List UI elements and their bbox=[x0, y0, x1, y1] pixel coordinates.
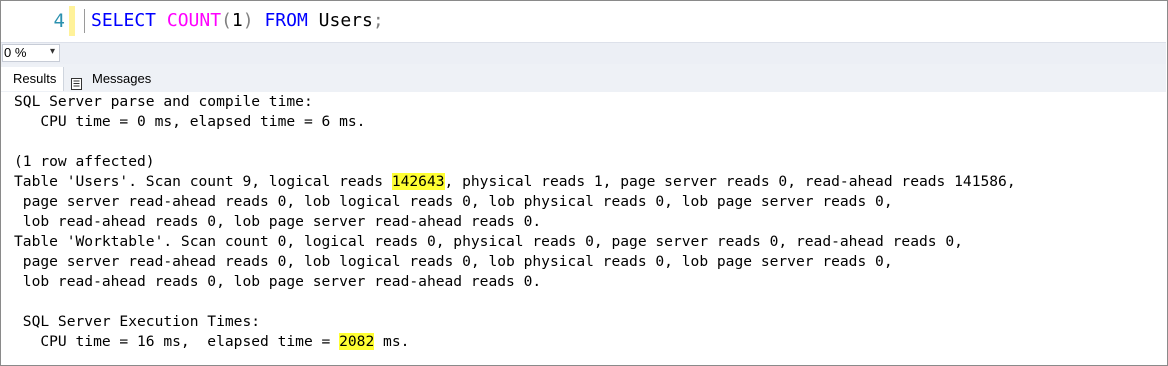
message-line: CPU time = 16 ms, elapsed time = 2082 ms… bbox=[14, 332, 409, 352]
messages-pane[interactable]: SQL Server parse and compile time: CPU t… bbox=[1, 92, 1166, 364]
tab-results-label: Results bbox=[13, 71, 57, 86]
message-line: lob read-ahead reads 0, lob page server … bbox=[14, 213, 542, 230]
result-tabs: Results Messages bbox=[1, 64, 1166, 92]
message-line: CPU time = 0 ms, elapsed time = 6 ms. bbox=[14, 113, 366, 130]
change-tracking-bar bbox=[69, 6, 75, 36]
message-text: CPU time = 16 ms, elapsed time = bbox=[14, 333, 340, 350]
open-paren: ( bbox=[221, 10, 232, 31]
highlighted-logical-reads: 142643 bbox=[391, 173, 445, 190]
chevron-down-icon[interactable]: ▾ bbox=[50, 44, 55, 60]
message-text: ms. bbox=[374, 333, 410, 350]
message-line: SQL Server Execution Times: bbox=[14, 313, 261, 330]
tab-messages-label: Messages bbox=[92, 71, 152, 86]
table-name: Users bbox=[318, 10, 373, 31]
message-line: page server read-ahead reads 0, lob logi… bbox=[14, 253, 893, 270]
tab-messages[interactable]: Messages bbox=[71, 67, 181, 91]
code-line[interactable]: SELECT COUNT(1) FROM Users; bbox=[91, 9, 384, 33]
keyword-from: FROM bbox=[264, 10, 308, 31]
function-count: COUNT bbox=[166, 10, 222, 31]
count-argument: 1 bbox=[231, 10, 243, 31]
message-line: lob read-ahead reads 0, lob page server … bbox=[14, 273, 542, 290]
close-paren: ) bbox=[242, 10, 254, 31]
tab-results[interactable]: Results bbox=[1, 67, 64, 91]
line-number: 4 bbox=[53, 10, 65, 32]
message-text: Table 'Users'. Scan count 9, logical rea… bbox=[14, 173, 392, 190]
message-line: (1 row affected) bbox=[14, 153, 155, 170]
message-line: page server read-ahead reads 0, lob logi… bbox=[14, 193, 893, 210]
message-line: Table 'Users'. Scan count 9, logical rea… bbox=[14, 172, 1016, 192]
message-line: SQL Server parse and compile time: bbox=[14, 93, 313, 110]
message-text: , physical reads 1, page server reads 0,… bbox=[444, 173, 1016, 190]
keyword-select: SELECT bbox=[91, 10, 157, 31]
highlighted-elapsed-time: 2082 bbox=[339, 333, 375, 350]
query-editor[interactable]: 4 SELECT COUNT(1) FROM Users; bbox=[1, 1, 1166, 42]
text-caret bbox=[84, 9, 85, 33]
zoom-dropdown[interactable]: 0 % ▾ bbox=[2, 44, 60, 62]
messages-icon bbox=[71, 74, 82, 90]
semicolon: ; bbox=[372, 10, 384, 31]
zoom-bar: 0 % ▾ bbox=[1, 42, 1166, 64]
zoom-value: 0 % bbox=[4, 45, 27, 60]
message-line: Table 'Worktable'. Scan count 0, logical… bbox=[14, 233, 963, 250]
